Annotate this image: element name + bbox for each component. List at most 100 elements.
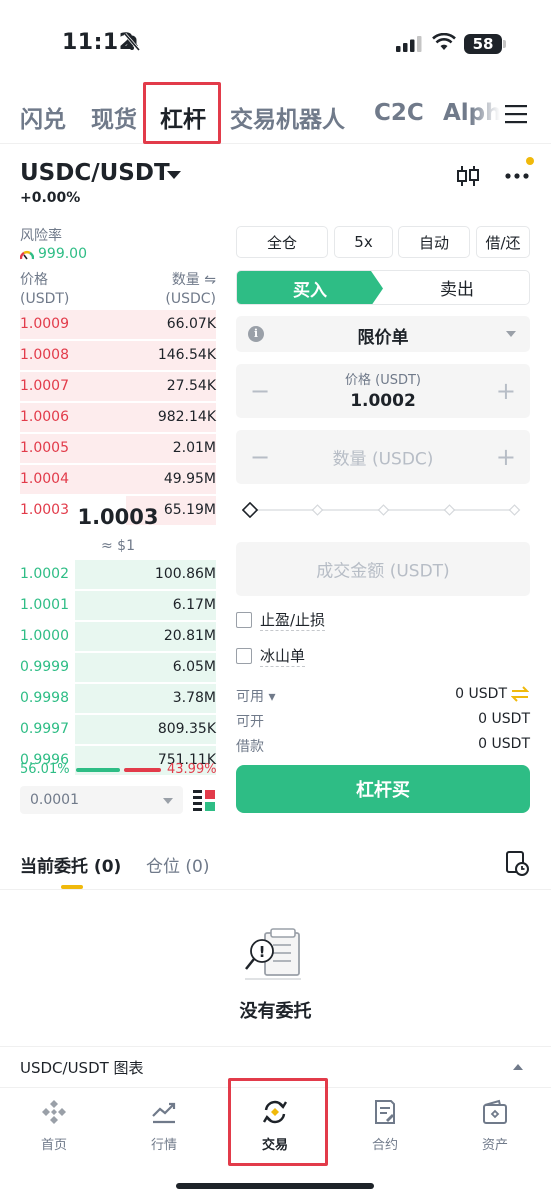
margin-mode-button[interactable]: 全仓 — [236, 226, 328, 258]
precision-select[interactable]: 0.0001 — [20, 786, 183, 814]
iceberg-checkbox[interactable] — [236, 648, 252, 664]
iceberg-label[interactable]: 冰山单 — [260, 645, 306, 667]
precision-value: 0.0001 — [30, 792, 79, 808]
tabs-fade — [470, 88, 500, 142]
max-open-value: 0 USDT — [478, 711, 530, 727]
highlight-box-margin-tab — [143, 82, 221, 144]
qty-header-label: 数量 ⇋ — [171, 272, 216, 288]
highlight-box-trade-nav — [228, 1078, 328, 1166]
ask-row[interactable]: 1.0005 2.01M — [20, 434, 216, 465]
bid-quantity: 100.86M — [154, 566, 216, 582]
transfer-icon[interactable] — [511, 686, 529, 702]
available-label[interactable]: 可用 ▾ — [236, 686, 275, 706]
battery-icon: 58 — [464, 34, 502, 54]
price-input[interactable]: − 价格 (USDT) 1.0002 + — [236, 364, 530, 418]
orderbook-price-header: 价格 (USDT) — [20, 271, 69, 309]
candlestick-chart-icon[interactable] — [456, 165, 480, 187]
menu-icon[interactable] — [505, 104, 527, 124]
nav-home[interactable]: 首页 — [14, 1098, 94, 1153]
tab-positions[interactable]: 仓位 (0) — [146, 852, 209, 877]
bid-quantity: 809.35K — [157, 721, 216, 737]
quantity-placeholder: 数量 (USDC) — [332, 449, 434, 470]
qty-header-unit: (USDC) — [165, 291, 216, 307]
pair-name[interactable]: USDC/USDT — [20, 160, 170, 186]
bid-row[interactable]: 0.9999 6.05M — [20, 653, 216, 684]
tp-sl-label[interactable]: 止盈/止损 — [260, 609, 326, 631]
risk-label: 风险率 — [20, 228, 62, 244]
bid-price: 0.9998 — [20, 690, 69, 706]
margin-buy-button[interactable]: 杠杆买 — [236, 765, 530, 813]
price-input-value[interactable]: 1.0002 — [236, 391, 530, 411]
chevron-up-icon[interactable] — [513, 1064, 523, 1070]
ask-quantity: 66.07K — [166, 316, 216, 332]
svg-text:!: ! — [259, 943, 266, 961]
bid-quantity: 6.17M — [172, 597, 216, 613]
orderbook-qty-header[interactable]: 数量 ⇋ (USDC) — [165, 271, 216, 309]
ask-row[interactable]: 1.0007 27.54K — [20, 372, 216, 403]
ask-row[interactable]: 1.0009 66.07K — [20, 310, 216, 341]
price-plus-button[interactable]: + — [496, 377, 516, 405]
bid-row[interactable]: 0.9997 809.35K — [20, 715, 216, 746]
quantity-input[interactable]: − 数量 (USDC) + — [236, 430, 530, 484]
order-type-select[interactable]: i 限价单 — [236, 316, 530, 352]
bid-price: 1.0000 — [20, 628, 69, 644]
amount-slider[interactable] — [242, 502, 522, 518]
mid-price-usd: ≈ $1 — [101, 538, 135, 554]
ask-price: 1.0008 — [20, 347, 69, 363]
bid-row[interactable]: 1.0001 6.17M — [20, 591, 216, 622]
tab-trading-bots[interactable]: 交易机器人 — [230, 100, 345, 134]
available-value: 0 USDT — [455, 686, 507, 702]
nav-futures[interactable]: 合约 — [345, 1098, 425, 1153]
total-input[interactable]: 成交金额 (USDT) — [236, 542, 530, 596]
ask-quantity: 146.54K — [157, 347, 216, 363]
sell-tab[interactable]: 卖出 — [383, 271, 529, 304]
order-history-icon[interactable] — [505, 850, 529, 876]
leverage-button[interactable]: 5x — [334, 226, 393, 258]
nav-assets[interactable]: 资产 — [455, 1098, 535, 1153]
ask-price: 1.0004 — [20, 471, 69, 487]
more-options-icon[interactable] — [504, 166, 530, 186]
bid-row[interactable]: 0.9998 3.78M — [20, 684, 216, 715]
ask-quantity: 27.54K — [166, 378, 216, 394]
pair-caret-down-icon[interactable] — [167, 171, 181, 179]
borrow-repay-button[interactable]: 借/还 — [476, 226, 530, 258]
buy-tab[interactable]: 买入 — [237, 271, 383, 304]
price-change: +0.00% — [20, 190, 81, 206]
markets-chart-icon — [152, 1102, 176, 1124]
ask-row[interactable]: 1.0006 982.14K — [20, 403, 216, 434]
tab-open-orders[interactable]: 当前委托 (0) — [20, 852, 121, 877]
mid-price[interactable]: 1.0003 — [20, 505, 216, 529]
ask-price: 1.0005 — [20, 440, 69, 456]
chart-toggle-label[interactable]: USDC/USDT 图表 — [20, 1057, 144, 1078]
nav-markets[interactable]: 行情 — [124, 1098, 204, 1153]
divider — [0, 1046, 551, 1047]
signal-icon — [396, 36, 422, 52]
ask-row[interactable]: 1.0004 49.95M — [20, 465, 216, 496]
bid-price: 0.9997 — [20, 721, 69, 737]
notification-dot — [526, 157, 534, 165]
divider — [0, 889, 551, 890]
tp-sl-checkbox[interactable] — [236, 612, 252, 628]
empty-orders-text: 没有委托 — [239, 1001, 312, 1022]
tab-spot[interactable]: 现货 — [91, 100, 137, 134]
max-open-label: 可开 — [236, 714, 264, 730]
order-type-label: 限价单 — [357, 328, 409, 348]
tab-c2c[interactable]: C2C — [374, 100, 424, 126]
chevron-down-icon — [506, 331, 516, 337]
sell-ratio-bar — [124, 768, 161, 772]
wallet-icon — [483, 1099, 507, 1124]
battery-cap — [503, 40, 506, 48]
auto-borrow-button[interactable]: 自动 — [398, 226, 470, 258]
quantity-plus-button[interactable]: + — [496, 443, 516, 471]
futures-icon — [375, 1100, 395, 1124]
orderbook-layout-icon[interactable] — [192, 788, 216, 812]
ask-row[interactable]: 1.0008 146.54K — [20, 341, 216, 372]
wifi-icon — [432, 33, 456, 50]
ask-quantity: 2.01M — [172, 440, 216, 456]
bid-row[interactable]: 1.0000 20.81M — [20, 622, 216, 653]
bid-row[interactable]: 1.0002 100.86M — [20, 560, 216, 591]
ask-quantity: 982.14K — [157, 409, 216, 425]
risk-gauge-icon — [20, 250, 34, 260]
tab-convert[interactable]: 闪兑 — [20, 100, 66, 134]
home-indicator[interactable] — [176, 1183, 374, 1189]
